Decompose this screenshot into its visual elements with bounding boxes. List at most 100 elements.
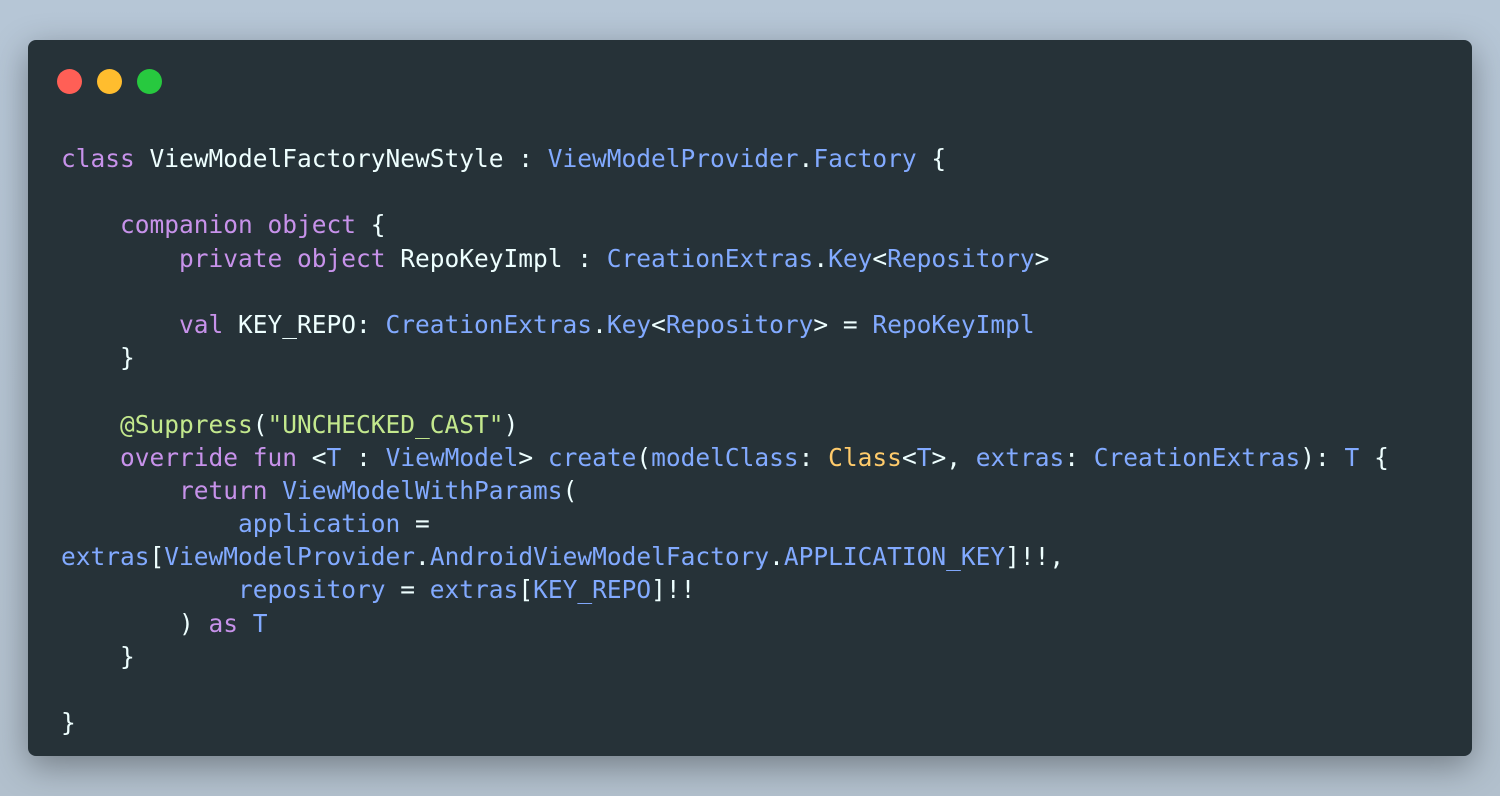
code-token: < [651, 309, 666, 339]
code-token: ViewModelFactoryNewStyle : [134, 144, 548, 173]
code-token: { [916, 144, 947, 173]
code-token: } [61, 641, 135, 671]
code-line: } [61, 640, 1389, 673]
code-line: ) as T [61, 607, 1389, 640]
code-token: ( [636, 442, 652, 472]
code-token: ) [503, 409, 519, 439]
code-token: T [916, 442, 932, 472]
code-token: } [61, 708, 76, 738]
code-token: class [61, 144, 135, 173]
code-token: Repository [887, 243, 1035, 273]
code-token: ) [61, 608, 209, 638]
code-token: repository [238, 575, 386, 605]
code-token: T [326, 442, 342, 472]
code-token: { [1359, 442, 1389, 472]
code-token: ]!! [651, 575, 696, 605]
code-token: ]!!, [1005, 542, 1065, 572]
code-token: application [238, 509, 401, 539]
code-token: . [415, 542, 430, 572]
code-token: KEY_REPO [533, 575, 652, 605]
code-block: class ViewModelFactoryNewStyle : ViewMod… [61, 142, 1389, 739]
code-token: = [385, 575, 430, 605]
code-token: ( [252, 409, 268, 439]
code-token: KEY_REPO: [223, 309, 386, 339]
code-token: ViewModelProvider [547, 144, 799, 173]
code-token: CreationExtras [606, 243, 814, 273]
code-token: . [813, 243, 829, 273]
code-token: > = [813, 309, 873, 339]
code-token: >, [931, 442, 976, 472]
code-token: extras [975, 442, 1065, 472]
code-line: } [61, 341, 1389, 374]
code-token: RepoKeyImpl [872, 309, 1035, 339]
code-token: : [1064, 442, 1094, 472]
code-token: ViewModelProvider [164, 542, 416, 572]
code-token: T [1344, 442, 1360, 472]
code-line: } [61, 706, 1389, 739]
code-token: Key [606, 309, 652, 339]
code-token: ): [1300, 442, 1345, 472]
code-token: } [61, 343, 135, 373]
code-token: return [179, 475, 268, 505]
code-line: companion object { [61, 208, 1389, 241]
code-token: RepoKeyImpl : [385, 243, 607, 273]
code-line: repository = extras[KEY_REPO]!! [61, 573, 1389, 606]
code-token: extras [429, 575, 519, 605]
code-line: @Suppress("UNCHECKED_CAST") [61, 408, 1389, 441]
code-token: CreationExtras [1093, 442, 1301, 472]
code-token: APPLICATION_KEY [783, 542, 1006, 572]
code-token: ViewModel [385, 442, 519, 472]
minimize-window-button[interactable] [97, 69, 122, 94]
code-token: ViewModelWithParams [282, 475, 563, 505]
close-window-button[interactable] [57, 69, 82, 94]
code-token: < [901, 442, 917, 472]
code-token: Repository [665, 309, 814, 339]
code-line: return ViewModelWithParams( [61, 474, 1389, 507]
code-token: val [179, 309, 224, 339]
code-token: ( [562, 475, 578, 505]
code-token: . [769, 542, 784, 572]
code-token: create [547, 442, 637, 472]
code-token: CreationExtras [385, 309, 593, 339]
code-token: < [872, 243, 888, 273]
code-line: private object RepoKeyImpl : CreationExt… [61, 242, 1389, 275]
code-token: [ [518, 575, 534, 605]
code-line: val KEY_REPO: CreationExtras.Key<Reposit… [61, 308, 1389, 341]
code-token: Key [828, 243, 873, 273]
code-token: . [798, 144, 814, 173]
code-token: modelClass [651, 442, 799, 472]
maximize-window-button[interactable] [137, 69, 162, 94]
code-token: extras [61, 542, 150, 572]
code-token: = [400, 509, 430, 539]
code-token: > [1034, 243, 1050, 273]
code-token: > [518, 442, 548, 472]
code-token: companion object [120, 210, 357, 240]
code-line: application = [61, 507, 1389, 540]
code-token: [ [149, 542, 165, 572]
code-token: Factory [813, 144, 917, 173]
code-line: class ViewModelFactoryNewStyle : ViewMod… [61, 142, 1389, 175]
code-token: private object [179, 243, 386, 273]
code-token: @Suppress [120, 409, 253, 439]
code-token: . [592, 309, 607, 339]
code-line: override fun <T : ViewModel> create(mode… [61, 441, 1389, 474]
code-token: < [297, 442, 327, 472]
code-token: "UNCHECKED_CAST" [267, 409, 504, 439]
code-line: extras[ViewModelProvider.AndroidViewMode… [61, 540, 1389, 573]
code-token: : [798, 442, 829, 472]
code-token: Class [828, 442, 902, 472]
code-token: : [341, 442, 386, 472]
code-token: T [252, 608, 268, 638]
